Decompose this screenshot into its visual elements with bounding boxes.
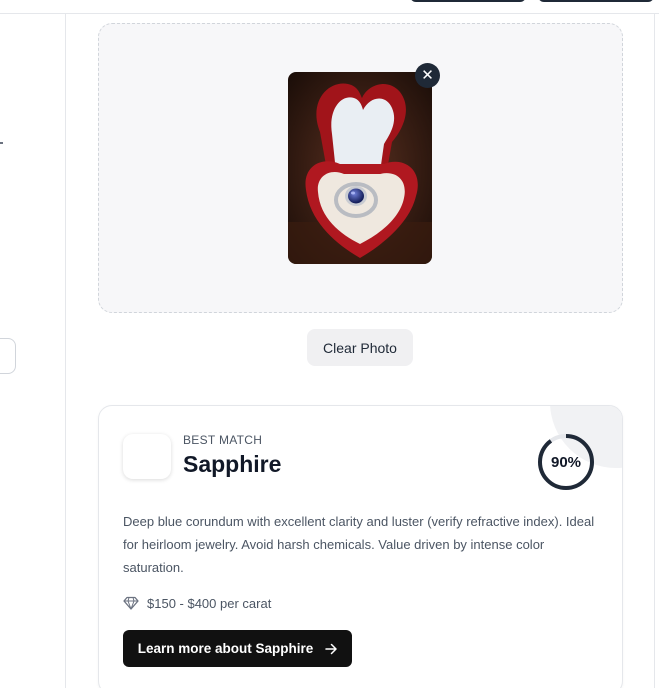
price-text: $150 - $400 per carat (147, 595, 272, 611)
close-icon: ✕ (421, 67, 434, 84)
result-card: BEST MATCH Sapphire 90% Deep blue corund… (98, 405, 623, 688)
gem-name: Sapphire (183, 451, 282, 477)
learn-more-label: Learn more about Sapphire (137, 641, 314, 656)
sidebar (0, 14, 66, 688)
top-bar (0, 0, 659, 14)
learn-more-button[interactable]: Learn more about Sapphire (123, 630, 352, 667)
sidebar-marker (0, 142, 3, 144)
top-action-button[interactable] (410, 0, 526, 2)
gem-thumbnail (123, 434, 171, 479)
ring-box-photo (288, 72, 432, 264)
divider (654, 14, 655, 688)
price-range: $150 - $400 per carat (123, 595, 271, 611)
confidence-ring: 90% (537, 433, 595, 491)
arrow-right-icon (325, 643, 338, 654)
confidence-value: 90% (550, 453, 582, 471)
top-action-button[interactable] (538, 0, 654, 2)
gem-description: Deep blue corundum with excellent clarit… (123, 514, 595, 575)
diamond-icon (123, 596, 139, 610)
remove-photo-button[interactable]: ✕ (415, 63, 440, 88)
sidebar-input[interactable] (0, 338, 16, 374)
best-match-label: BEST MATCH (183, 433, 263, 447)
uploaded-photo (288, 72, 432, 264)
clear-photo-button[interactable]: Clear Photo (307, 329, 413, 366)
